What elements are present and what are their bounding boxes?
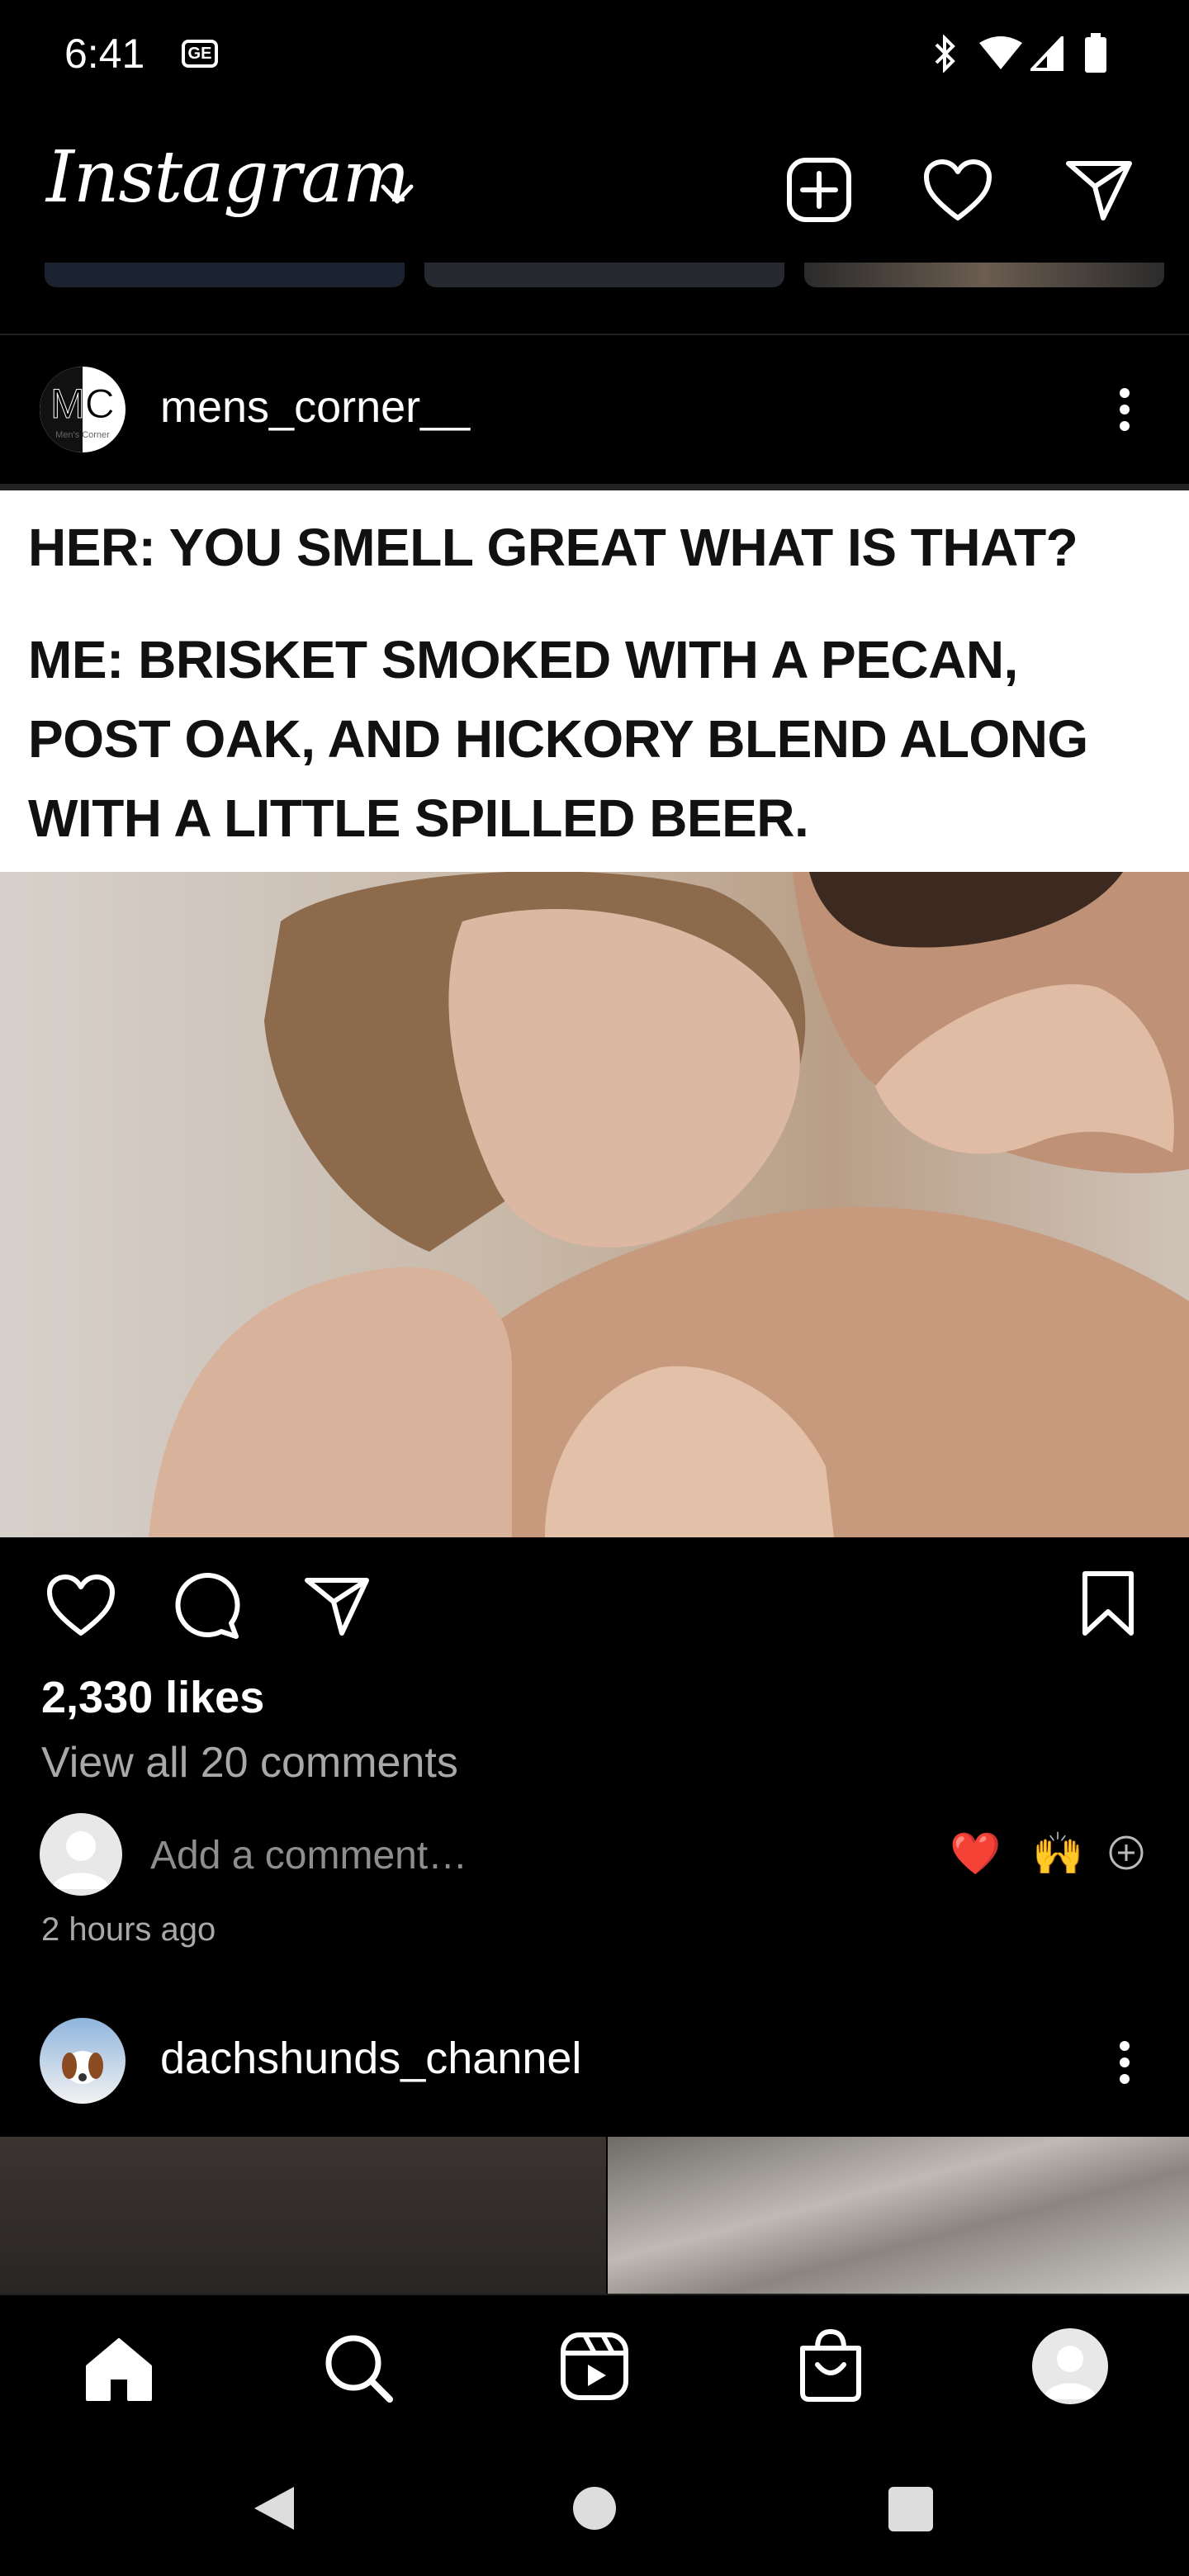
instagram-logo[interactable]: Instagram	[46, 136, 410, 219]
profile-icon[interactable]	[1032, 2328, 1108, 2404]
shop-icon[interactable]	[798, 2328, 864, 2403]
more-options-icon[interactable]	[1115, 388, 1135, 438]
divider	[0, 334, 1189, 335]
story-thumbnail[interactable]	[45, 263, 405, 287]
post-username[interactable]: dachshunds_channel	[160, 2033, 581, 2084]
meme-line: WITH A LITTLE SPILLED BEER.	[28, 788, 809, 848]
status-bar: 6:41 GE	[0, 0, 1189, 107]
view-comments-link[interactable]: View all 20 comments	[41, 1738, 458, 1788]
new-post-icon[interactable]	[786, 157, 852, 223]
story-thumbnail[interactable]	[424, 263, 784, 287]
post-timestamp: 2 hours ago	[41, 1911, 216, 1948]
add-comment-input[interactable]: Add a comment…	[150, 1833, 467, 1878]
wifi-icon	[979, 36, 1022, 69]
direct-message-icon[interactable]	[1065, 159, 1133, 221]
reels-icon[interactable]	[560, 2332, 629, 2401]
divider	[0, 484, 1189, 490]
post-photo[interactable]	[0, 872, 1189, 1537]
recents-icon[interactable]	[888, 2487, 933, 2531]
likes-count[interactable]: 2,330 likes	[41, 1672, 264, 1723]
bottom-navigation	[0, 2294, 1189, 2437]
like-icon[interactable]	[46, 1574, 116, 1636]
share-icon[interactable]	[304, 1575, 370, 1636]
avatar[interactable]: MC Men's Corner	[40, 367, 126, 452]
avatar-logo-text: MC	[50, 381, 115, 427]
meme-line: HER: YOU SMELL GREAT WHAT IS THAT?	[28, 518, 1078, 577]
chevron-down-icon[interactable]	[380, 183, 414, 206]
meme-line: ME: BRISKET SMOKED WITH A PECAN,	[28, 630, 1018, 689]
quick-emoji-heart[interactable]: ❤️	[950, 1830, 1001, 1878]
more-options-icon[interactable]	[1115, 2041, 1135, 2091]
add-emoji-icon[interactable]	[1108, 1835, 1144, 1871]
meme-line: POST OAK, AND HICKORY BLEND ALONG	[28, 709, 1088, 769]
status-time: 6:41	[64, 31, 145, 77]
post-username[interactable]: mens_corner__	[160, 381, 470, 433]
post-photo[interactable]	[0, 2137, 606, 2294]
cell-signal-icon	[1030, 36, 1063, 71]
search-icon[interactable]	[322, 2332, 395, 2404]
quick-emoji-raised-hands[interactable]: 🙌	[1032, 1830, 1083, 1878]
home-icon[interactable]	[84, 2337, 154, 2403]
back-icon[interactable]	[251, 2484, 297, 2533]
avatar-logo-subtext: Men's Corner	[55, 430, 110, 440]
post-photo[interactable]	[608, 2137, 1189, 2294]
home-button-icon[interactable]	[573, 2487, 616, 2530]
current-user-avatar	[40, 1813, 122, 1896]
system-navigation-bar	[0, 2436, 1189, 2576]
bookmark-icon[interactable]	[1082, 1570, 1135, 1636]
avatar[interactable]	[40, 2018, 126, 2104]
bluetooth-icon	[935, 35, 955, 73]
story-thumbnail[interactable]	[804, 263, 1164, 287]
comment-icon[interactable]	[173, 1572, 241, 1640]
notification-badge-icon: GE	[182, 40, 218, 68]
battery-icon	[1085, 33, 1106, 73]
heart-icon[interactable]	[923, 159, 992, 221]
